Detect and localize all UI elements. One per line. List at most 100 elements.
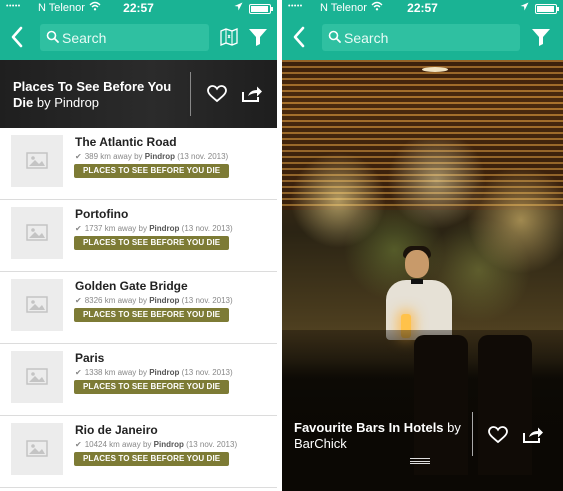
- search-field[interactable]: [322, 24, 520, 51]
- collection-tag[interactable]: PLACES TO SEE BEFORE YOU DIE: [74, 164, 230, 178]
- bartender-bowtie: [411, 279, 423, 284]
- share-button[interactable]: [522, 426, 544, 448]
- place-name: The Atlantic Road: [75, 135, 177, 149]
- place-distance: 1338 km away: [84, 368, 137, 377]
- header-divider: [190, 72, 191, 116]
- check-icon: ✔: [75, 296, 82, 305]
- status-bar: ••••• N Telenor 22:57: [0, 0, 277, 16]
- chevron-left-icon: [11, 26, 23, 48]
- detail-screen: ••••• N Telenor 22:57 Search Favourite B…: [282, 0, 563, 491]
- place-distance: 1737 km away: [84, 224, 137, 233]
- battery-icon: [249, 4, 273, 14]
- detail-divider: [472, 412, 473, 456]
- share-icon: [523, 427, 543, 443]
- place-date: (13 nov. 2013): [186, 440, 238, 449]
- heart-outline-icon: [207, 85, 227, 103]
- search-input[interactable]: [344, 24, 520, 51]
- map-icon: [220, 28, 238, 46]
- ceiling-lamp: [422, 67, 448, 72]
- place-meta: ✔ 389 km away by Pindrop (13 nov. 2013): [75, 152, 228, 161]
- place-name: Golden Gate Bridge: [75, 279, 188, 293]
- place-name: Portofino: [75, 207, 129, 221]
- place-thumbnail: [11, 279, 63, 331]
- collection-header: Places To See Before You Die by Pindrop: [0, 60, 277, 128]
- place-by: by: [134, 152, 143, 161]
- share-icon: [242, 86, 262, 102]
- collection-tag[interactable]: PLACES TO SEE BEFORE YOU DIE: [74, 308, 230, 322]
- check-icon: ✔: [75, 440, 82, 449]
- collection-tag[interactable]: PLACES TO SEE BEFORE YOU DIE: [74, 380, 230, 394]
- place-author: Pindrop: [144, 152, 175, 161]
- favorite-button[interactable]: [488, 426, 510, 448]
- place-distance: 8326 km away: [84, 296, 137, 305]
- place-date: (13 nov. 2013): [181, 368, 233, 377]
- filter-button[interactable]: [531, 27, 553, 49]
- status-bar: ••••• N Telenor 22:57: [282, 0, 563, 16]
- chevron-left-icon: [293, 26, 305, 48]
- collection-tag[interactable]: PLACES TO SEE BEFORE YOU DIE: [74, 452, 230, 466]
- place-thumbnail: [11, 207, 63, 259]
- place-author: Pindrop: [149, 224, 180, 233]
- place-name: Paris: [75, 351, 105, 365]
- battery-icon: [535, 4, 559, 14]
- cover-photo: Favourite Bars In Hotels by BarChick: [282, 60, 563, 491]
- filter-button[interactable]: [248, 27, 270, 49]
- location-arrow-icon: [234, 2, 243, 13]
- detail-by: by: [447, 420, 461, 435]
- heart-outline-icon: [488, 426, 508, 444]
- bar-chair: [414, 335, 468, 475]
- funnel-icon: [249, 29, 267, 46]
- image-placeholder-icon: [26, 152, 48, 169]
- check-icon: ✔: [75, 368, 82, 377]
- collection-by: by: [36, 95, 51, 110]
- map-button[interactable]: [219, 27, 241, 49]
- detail-name: Favourite Bars In Hotels: [294, 420, 444, 435]
- favorite-button[interactable]: [207, 85, 229, 107]
- image-placeholder-icon: [26, 296, 48, 313]
- bar-chair: [478, 335, 532, 475]
- back-button[interactable]: [292, 26, 312, 52]
- drag-handle[interactable]: [410, 458, 430, 464]
- place-distance: 389 km away: [84, 152, 132, 161]
- place-author: Pindrop: [149, 368, 180, 377]
- location-arrow-icon: [520, 2, 529, 13]
- place-author: Pindrop: [153, 440, 184, 449]
- image-placeholder-icon: [26, 368, 48, 385]
- place-by: by: [138, 224, 147, 233]
- list-item[interactable]: Portofino ✔ 1737 km away by Pindrop (13 n…: [0, 200, 277, 272]
- search-input[interactable]: [62, 24, 209, 51]
- place-meta: ✔ 1338 km away by Pindrop (13 nov. 2013): [75, 368, 233, 377]
- search-field[interactable]: [40, 24, 209, 51]
- top-bar: ••••• N Telenor 22:57: [282, 0, 563, 60]
- check-icon: ✔: [75, 224, 82, 233]
- list-item[interactable]: Rio de Janeiro ✔ 10424 km away by Pindrop…: [0, 416, 277, 488]
- list-item[interactable]: Golden Gate Bridge ✔ 8326 km away by Pind…: [0, 272, 277, 344]
- bartender-head: [405, 250, 429, 278]
- place-meta: ✔ 1737 km away by Pindrop (13 nov. 2013): [75, 224, 233, 233]
- search-icon: [328, 30, 341, 46]
- collection-tag[interactable]: PLACES TO SEE BEFORE YOU DIE: [74, 236, 230, 250]
- place-thumbnail: [11, 423, 63, 475]
- place-thumbnail: [11, 135, 63, 187]
- detail-title: Favourite Bars In Hotels by BarChick: [294, 420, 474, 452]
- place-meta: ✔ 10424 km away by Pindrop (13 nov. 2013): [75, 440, 237, 449]
- collection-author: Pindrop: [54, 95, 100, 110]
- place-distance: 10424 km away: [84, 440, 141, 449]
- place-thumbnail: [11, 351, 63, 403]
- place-date: (13 nov. 2013): [181, 224, 233, 233]
- back-button[interactable]: [10, 26, 30, 52]
- list-item[interactable]: Paris ✔ 1338 km away by Pindrop (13 nov. …: [0, 344, 277, 416]
- place-author: Pindrop: [149, 296, 180, 305]
- place-name: Rio de Janeiro: [75, 423, 158, 437]
- list-screen: ••••• N Telenor 22:57 Search Places To S…: [0, 0, 277, 491]
- place-date: (13 nov. 2013): [181, 296, 233, 305]
- collection-title: Places To See Before You Die by Pindrop: [13, 79, 183, 111]
- place-by: by: [138, 296, 147, 305]
- share-button[interactable]: [241, 85, 263, 107]
- place-by: by: [142, 440, 152, 449]
- list-item[interactable]: The Atlantic Road ✔ 389 km away by Pindro…: [0, 128, 277, 200]
- image-placeholder-icon: [26, 224, 48, 241]
- place-by: by: [138, 368, 147, 377]
- image-placeholder-icon: [26, 440, 48, 457]
- funnel-icon: [532, 29, 550, 46]
